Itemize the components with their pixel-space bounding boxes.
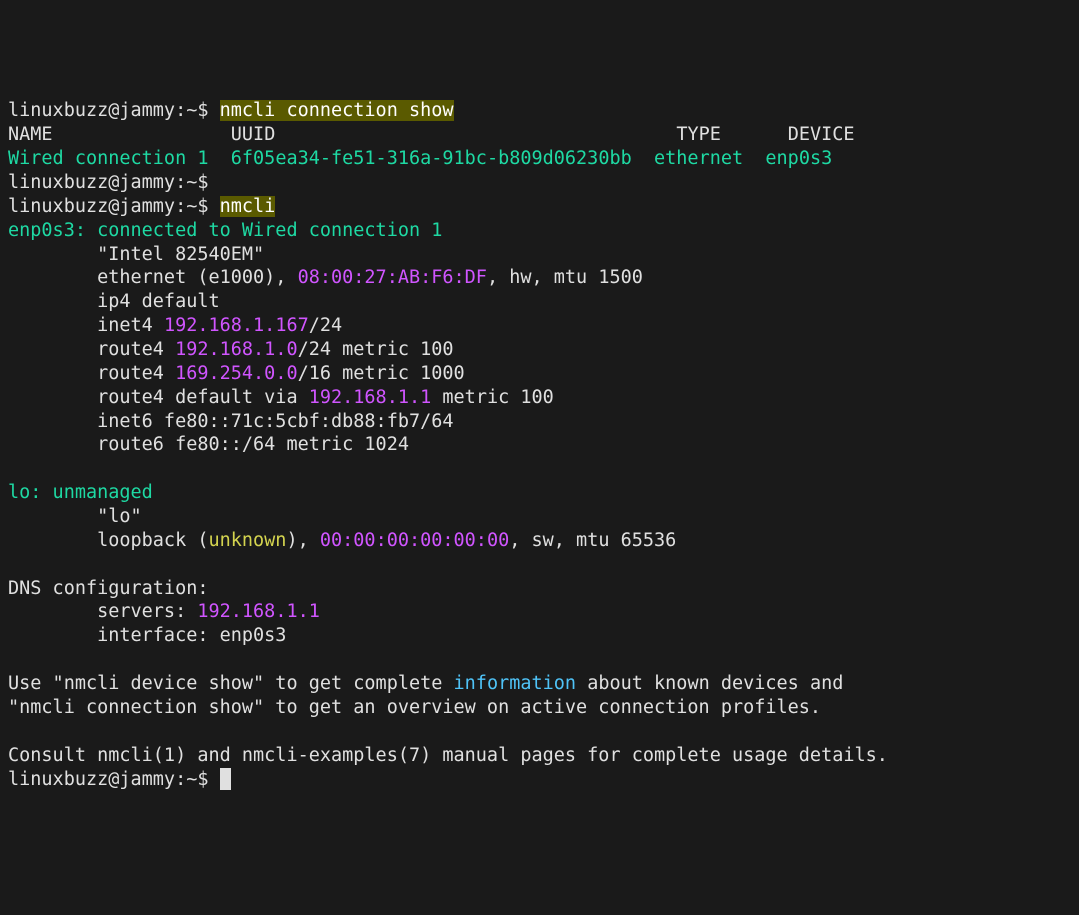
footer-line: "nmcli connection show" to get an overvi… — [8, 697, 821, 718]
cell-device: enp0s3 — [765, 148, 832, 169]
dns-interface-line: interface: enp0s3 — [8, 625, 286, 646]
prompt-line: linuxbuzz@jammy:~$ nmcli — [8, 196, 275, 217]
device-ethernet-line: ethernet (e1000), 08:00:27:AB:F6:DF, hw,… — [8, 267, 643, 288]
device-desc: "Intel 82540EM" — [8, 244, 264, 265]
loopback-line: loopback (unknown), 00:00:00:00:00:00, s… — [8, 530, 676, 551]
footer-line: Use "nmcli device show" to get complete … — [8, 673, 843, 694]
info-highlight: information — [454, 673, 577, 694]
prompt-line: linuxbuzz@jammy:~$ nmcli connection show — [8, 100, 454, 121]
device-header: lo: unmanaged — [8, 482, 153, 503]
table-row: Wired connection 1 6f05ea34-fe51-316a-91… — [8, 148, 832, 169]
ip-address: 192.168.1.1 — [197, 601, 320, 622]
shell-prompt: linuxbuzz@jammy:~$ — [8, 172, 220, 193]
col-device: DEVICE — [788, 124, 855, 145]
command-text: nmcli — [220, 196, 276, 217]
route4-line: route4 192.168.1.0/24 metric 100 — [8, 339, 454, 360]
cursor[interactable] — [220, 768, 231, 790]
ip-address: 169.254.0.0 — [175, 363, 298, 384]
device-header: enp0s3: connected to Wired connection 1 — [8, 220, 442, 241]
shell-prompt: linuxbuzz@jammy:~$ — [8, 100, 220, 121]
command-text: nmcli connection show — [220, 100, 454, 121]
device-desc: "lo" — [8, 506, 142, 527]
table-header-row: NAME UUID TYPE DEVICE — [8, 124, 855, 145]
ip4-default: ip4 default — [8, 291, 220, 312]
terminal-output[interactable]: linuxbuzz@jammy:~$ nmcli connection show… — [8, 99, 1071, 791]
route4-line: route4 default via 192.168.1.1 metric 10… — [8, 387, 554, 408]
dns-header: DNS configuration: — [8, 578, 208, 599]
mac-address: 08:00:27:AB:F6:DF — [298, 267, 487, 288]
inet4-line: inet4 192.168.1.167/24 — [8, 315, 342, 336]
cell-type: ethernet — [654, 148, 743, 169]
dns-servers-line: servers: 192.168.1.1 — [8, 601, 320, 622]
footer-line: Consult nmcli(1) and nmcli-examples(7) m… — [8, 745, 888, 766]
col-type: TYPE — [676, 124, 721, 145]
ip-address: 192.168.1.0 — [175, 339, 298, 360]
route4-line: route4 169.254.0.0/16 metric 1000 — [8, 363, 465, 384]
shell-prompt: linuxbuzz@jammy:~$ — [8, 196, 220, 217]
ip-address: 192.168.1.167 — [164, 315, 309, 336]
cell-uuid: 6f05ea34-fe51-316a-91bc-b809d06230bb — [231, 148, 632, 169]
mac-address: 00:00:00:00:00:00 — [320, 530, 509, 551]
shell-prompt: linuxbuzz@jammy:~$ — [8, 769, 220, 790]
ip-address: 192.168.1.1 — [309, 387, 432, 408]
route6-line: route6 fe80::/64 metric 1024 — [8, 434, 409, 455]
col-uuid: UUID — [231, 124, 276, 145]
unknown-label: unknown — [208, 530, 286, 551]
prompt-line: linuxbuzz@jammy:~$ — [8, 172, 220, 193]
cell-name: Wired connection 1 — [8, 148, 208, 169]
inet6-line: inet6 fe80::71c:5cbf:db88:fb7/64 — [8, 411, 454, 432]
col-name: NAME — [8, 124, 53, 145]
prompt-line: linuxbuzz@jammy:~$ — [8, 769, 231, 790]
